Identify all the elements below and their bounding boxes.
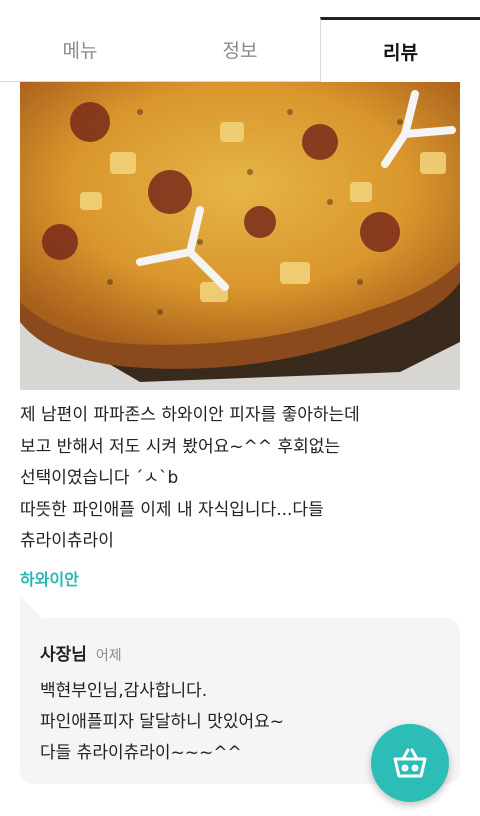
review-body: 제 남편이 파파존스 하와이안 피자를 좋아하는데 보고 반해서 저도 시켜 봤…: [20, 400, 460, 558]
reply-author: 사장님: [40, 645, 87, 665]
reply-line: 백현부인님,감사합니다.: [40, 681, 208, 701]
review-line: 선택이였습니다 ´ㅅ`b: [20, 468, 179, 488]
review-photo[interactable]: [20, 82, 460, 390]
review-line: 보고 반해서 저도 시켜 봤어요~^^ 후회없는: [20, 436, 340, 457]
reply-line: 다들 츄라이츄라이~~~^^: [40, 743, 242, 763]
tab-review[interactable]: 리뷰: [320, 17, 480, 82]
review-line: 츄라이츄라이: [20, 531, 114, 551]
review-line: 제 남편이 파파존스 하와이안 피자를 좋아하는데: [20, 405, 360, 425]
cart-button[interactable]: [371, 724, 449, 802]
tab-info[interactable]: 정보: [160, 17, 320, 81]
reply-body: 백현부인님,감사합니다. 파인애플피자 달달하니 맛있어요~ 다들 츄라이츄라이…: [40, 676, 284, 769]
reply-time: 어제: [95, 648, 122, 664]
review-line: 따뜻한 파인애플 이제 내 자식입니다...다들: [20, 499, 324, 520]
tab-bar: 메뉴 정보 리뷰: [0, 0, 480, 82]
reply-line: 파인애플피자 달달하니 맛있어요~: [40, 712, 285, 732]
reply-bubble-tail: [20, 596, 42, 618]
shopping-basket-icon: [393, 748, 427, 778]
reply-header: 사장님 어제: [40, 640, 122, 665]
tab-menu[interactable]: 메뉴: [0, 17, 160, 81]
menu-tag[interactable]: 하와이안: [20, 566, 79, 590]
